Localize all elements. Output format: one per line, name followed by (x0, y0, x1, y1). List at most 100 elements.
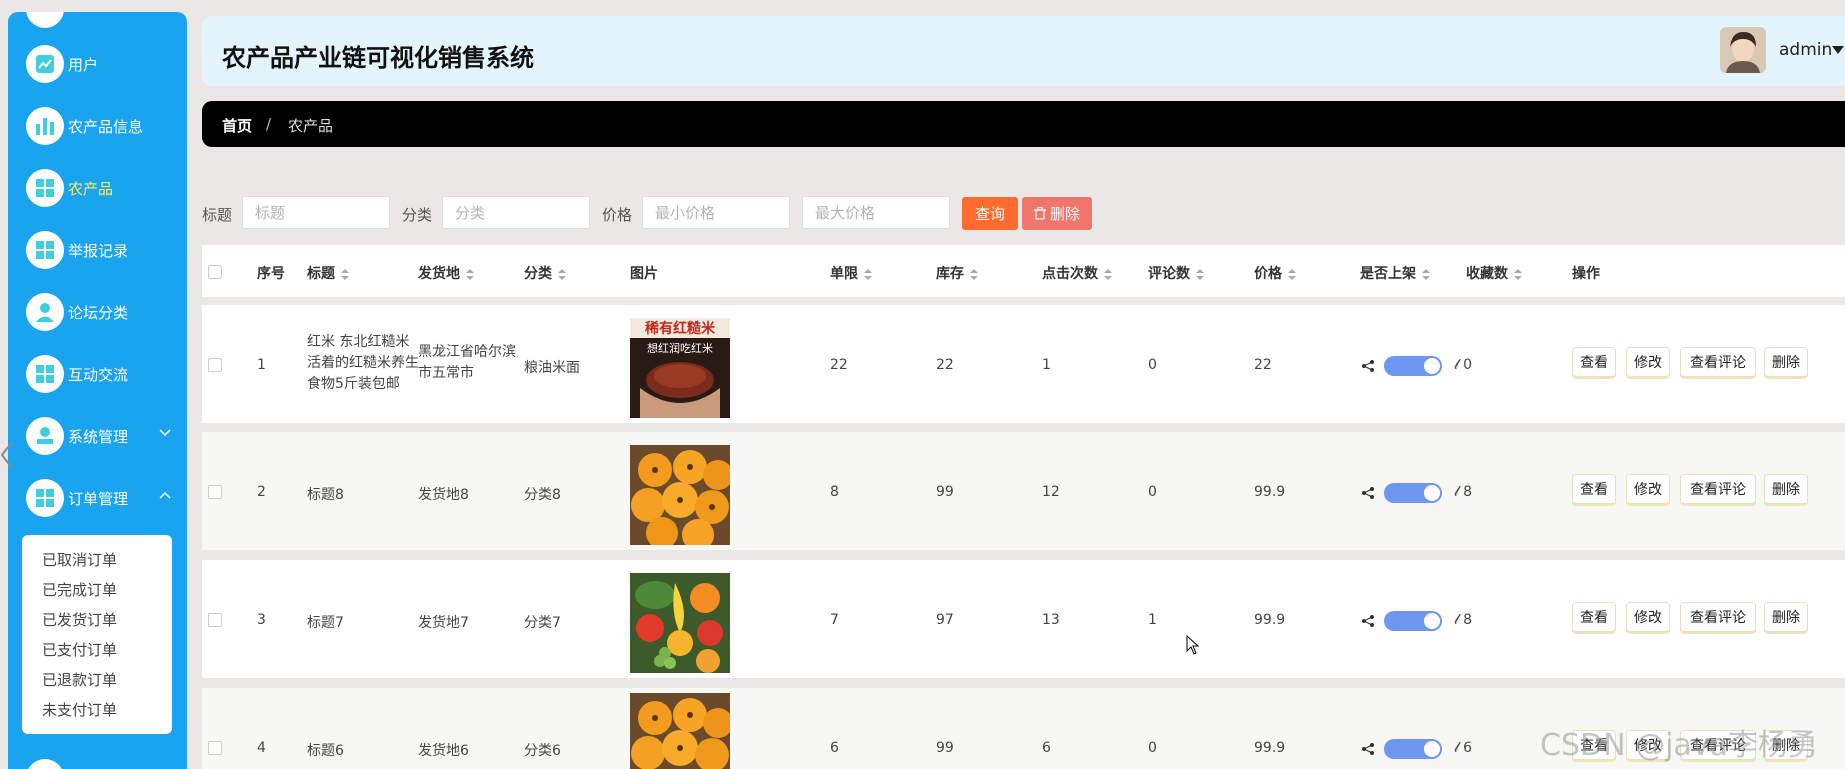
col-image: 图片 (630, 266, 658, 282)
col-category[interactable]: 分类 (524, 263, 566, 283)
user-name[interactable]: admin (1779, 40, 1832, 60)
table-row: 1 红米 东北红糙米活着的红糙米养生食物5斤装包邮 黑龙江省哈尔滨市五常市 粮油… (202, 305, 1845, 423)
sidebar-item-top-partial[interactable] (26, 12, 181, 30)
sidebar-item-orders[interactable]: 订单管理 (26, 477, 181, 519)
share-icon[interactable] (1362, 360, 1374, 372)
col-limit[interactable]: 单限 (830, 263, 872, 283)
edit-button[interactable]: 修改 (1626, 347, 1670, 377)
view-comments-button[interactable]: 查看评论 (1680, 602, 1756, 632)
view-button[interactable]: 查看 (1572, 347, 1616, 377)
cell-price: 22 (1254, 357, 1272, 373)
cell-limit: 22 (830, 357, 848, 373)
col-category-label: 分类 (524, 266, 552, 282)
submenu-item-completed[interactable]: 已完成订单 (42, 579, 117, 600)
batch-delete-button[interactable]: 删除 (1022, 197, 1092, 230)
cell-category: 分类6 (524, 743, 561, 759)
grid-icon (26, 759, 64, 769)
share-icon[interactable] (1362, 743, 1374, 755)
col-clicks[interactable]: 点击次数 (1042, 263, 1112, 283)
col-favorites[interactable]: 收藏数 (1466, 263, 1522, 283)
chevron-down-icon (159, 429, 171, 437)
sidebar-item-label: 互动交流 (68, 365, 129, 384)
sidebar-item-label: 订单管理 (68, 489, 129, 508)
submenu-item-paid[interactable]: 已支付订单 (42, 639, 117, 660)
col-title[interactable]: 标题 (307, 263, 349, 283)
view-comments-button[interactable]: 查看评论 (1680, 474, 1756, 504)
breadcrumb-home[interactable]: 首页 (222, 115, 252, 136)
delete-button[interactable]: 删除 (1764, 602, 1808, 632)
share-icon[interactable] (1362, 615, 1374, 627)
sidebar-item-label: 系统管理 (68, 427, 129, 446)
col-origin[interactable]: 发货地 (418, 263, 474, 283)
product-image-fruits[interactable] (630, 573, 730, 673)
cell-price: 99.9 (1254, 484, 1286, 500)
sidebar-item-interaction[interactable]: 互动交流 (26, 353, 181, 395)
submenu-item-cancelled[interactable]: 已取消订单 (42, 549, 117, 570)
cell-comments: 1 (1148, 612, 1157, 628)
select-all-checkbox[interactable] (208, 265, 222, 279)
sidebar-item-system[interactable]: 系统管理 (26, 415, 181, 457)
submenu-item-shipped[interactable]: 已发货订单 (42, 609, 117, 630)
favorite-icon: 𝓁 (1454, 357, 1459, 373)
min-price-input[interactable] (642, 196, 790, 229)
sort-icon (1422, 268, 1430, 280)
delete-button[interactable]: 删除 (1764, 474, 1808, 504)
cell-clicks: 12 (1042, 484, 1060, 500)
submenu-item-refunded[interactable]: 已退款订单 (42, 669, 117, 690)
cell-clicks: 13 (1042, 612, 1060, 628)
row-checkbox[interactable] (208, 613, 222, 627)
stamp-icon (26, 417, 64, 455)
cell-clicks: 1 (1042, 357, 1051, 373)
row-checkbox[interactable] (208, 485, 222, 499)
row-checkbox[interactable] (208, 741, 222, 755)
share-icon[interactable] (1362, 487, 1374, 499)
cell-stock: 97 (936, 612, 954, 628)
cell-category: 粮油米面 (524, 360, 580, 376)
chevron-left-icon[interactable] (0, 440, 14, 470)
sidebar: 用户 农产品信息 农产品 举报记录 论坛分类 互动交流 系统管理 订单管理 已取… (8, 12, 187, 769)
query-button[interactable]: 查询 (962, 197, 1018, 230)
on-shelf-toggle[interactable] (1384, 739, 1442, 759)
sidebar-item-products[interactable]: 农产品 (26, 167, 181, 209)
product-image-loquat[interactable] (630, 693, 730, 769)
edit-button[interactable]: 修改 (1626, 474, 1670, 504)
col-title-label: 标题 (307, 266, 335, 282)
cell-category: 分类7 (524, 615, 561, 631)
sort-icon (1196, 268, 1204, 280)
sidebar-item-users[interactable]: 用户 (26, 43, 181, 85)
product-image-rice[interactable]: 稀有红糙米 想红润吃红米 (630, 318, 730, 418)
category-input[interactable] (442, 196, 590, 229)
delete-button[interactable]: 删除 (1764, 347, 1808, 377)
col-stock-label: 库存 (936, 266, 964, 282)
max-price-input[interactable] (802, 196, 950, 229)
row-checkbox[interactable] (208, 358, 222, 372)
col-price[interactable]: 价格 (1254, 263, 1296, 283)
col-limit-label: 单限 (830, 266, 858, 282)
sidebar-item-forum-category[interactable]: 论坛分类 (26, 291, 181, 333)
view-button[interactable]: 查看 (1572, 602, 1616, 632)
toggle-knob (1424, 741, 1440, 757)
home-icon (26, 12, 64, 28)
col-stock[interactable]: 库存 (936, 263, 978, 283)
edit-button[interactable]: 修改 (1626, 602, 1670, 632)
col-on-shelf[interactable]: 是否上架 (1360, 263, 1430, 283)
col-comments[interactable]: 评论数 (1148, 263, 1204, 283)
on-shelf-toggle[interactable] (1384, 611, 1442, 631)
on-shelf-toggle[interactable] (1384, 356, 1442, 376)
submenu-item-unpaid[interactable]: 未支付订单 (42, 699, 117, 720)
toggle-knob (1424, 613, 1440, 629)
chevron-up-icon (159, 491, 171, 499)
title-input[interactable] (242, 196, 390, 229)
avatar[interactable] (1720, 27, 1766, 73)
view-button[interactable]: 查看 (1572, 474, 1616, 504)
on-shelf-toggle[interactable] (1384, 483, 1442, 503)
cell-price: 99.9 (1254, 612, 1286, 628)
view-comments-button[interactable]: 查看评论 (1680, 347, 1756, 377)
sidebar-item-product-info[interactable]: 农产品信息 (26, 105, 181, 147)
sidebar-item-reports[interactable]: 举报记录 (26, 229, 181, 271)
product-image-loquat[interactable] (630, 445, 730, 545)
category-filter-label: 分类 (402, 206, 433, 224)
sidebar-item-bottom-partial[interactable] (26, 757, 181, 769)
caret-down-icon[interactable] (1832, 46, 1844, 54)
cell-index: 2 (257, 484, 266, 500)
